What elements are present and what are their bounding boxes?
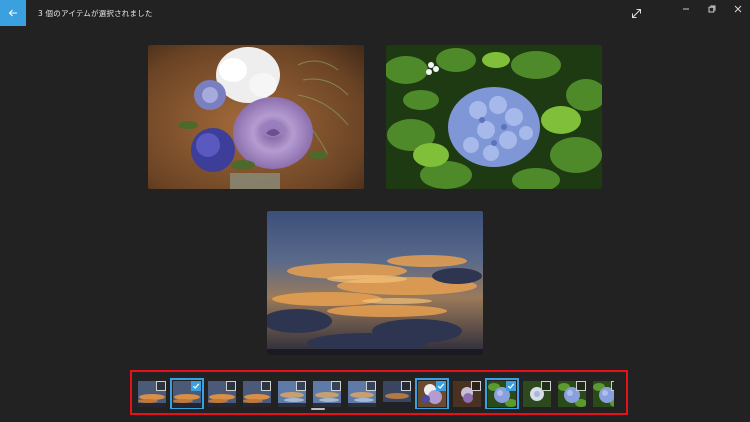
thumb-checkbox[interactable] [261, 381, 271, 391]
expand-diagonal-icon [631, 8, 641, 18]
thumb-checkbox[interactable] [401, 381, 411, 391]
thumb-checkbox[interactable] [436, 381, 446, 391]
arrow-left-icon [8, 9, 17, 17]
filmstrip[interactable] [136, 377, 614, 409]
filmstrip-thumb[interactable] [556, 379, 588, 409]
filmstrip-scroll-indicator[interactable] [311, 408, 325, 410]
close-icon [734, 5, 742, 13]
checkmark-icon [192, 383, 200, 389]
filmstrip-thumb[interactable] [241, 379, 273, 409]
thumb-checkbox[interactable] [366, 381, 376, 391]
filmstrip-thumb[interactable] [276, 379, 308, 409]
thumb-checkbox[interactable] [506, 381, 516, 391]
thumb-checkbox[interactable] [156, 381, 166, 391]
minimize-button[interactable] [676, 2, 696, 16]
thumb-checkbox[interactable] [541, 381, 551, 391]
filmstrip-thumb[interactable] [451, 379, 483, 409]
checkmark-icon [437, 383, 445, 389]
filmstrip-thumb[interactable] [485, 378, 519, 409]
close-button[interactable] [728, 2, 748, 16]
expand-button[interactable] [629, 6, 643, 20]
checkmark-icon [507, 383, 515, 389]
thumb-checkbox[interactable] [471, 381, 481, 391]
filmstrip-thumb[interactable] [346, 379, 378, 409]
back-button[interactable] [0, 0, 26, 26]
photo-rose-bouquet[interactable] [148, 45, 364, 189]
filmstrip-thumb[interactable] [136, 379, 168, 409]
photo-sunset-clouds[interactable] [267, 211, 483, 355]
filmstrip-thumb[interactable] [591, 379, 614, 409]
thumb-checkbox[interactable] [576, 381, 586, 391]
filmstrip-thumb[interactable] [521, 379, 553, 409]
thumb-checkbox[interactable] [296, 381, 306, 391]
filmstrip-thumb[interactable] [381, 379, 413, 409]
restore-icon [708, 5, 716, 13]
thumb-checkbox[interactable] [226, 381, 236, 391]
filmstrip-thumb[interactable] [206, 379, 238, 409]
thumb-checkbox[interactable] [331, 381, 341, 391]
restore-button[interactable] [702, 2, 722, 16]
page-title: 3 個のアイテムが選択されました [38, 9, 153, 18]
thumb-checkbox[interactable] [191, 381, 201, 391]
filmstrip-thumb[interactable] [170, 378, 204, 409]
minimize-icon [683, 8, 689, 10]
filmstrip-thumb[interactable] [311, 379, 343, 409]
filmstrip-thumb[interactable] [415, 378, 449, 409]
thumb-checkbox[interactable] [611, 381, 614, 391]
photo-hydrangea[interactable] [386, 45, 602, 189]
